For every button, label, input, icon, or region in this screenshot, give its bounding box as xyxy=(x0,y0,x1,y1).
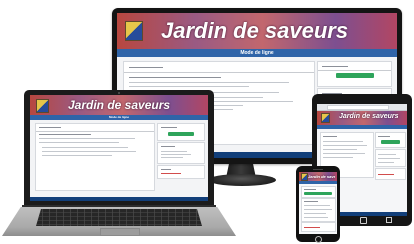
phone-crest-logo xyxy=(301,173,308,181)
laptop-trackpad xyxy=(100,228,140,236)
tablet-side-panel-login xyxy=(375,132,406,148)
phone-screen: Jardin de saveurs xyxy=(299,172,337,234)
phone-panel-alert xyxy=(301,222,336,232)
laptop-site-brand: Jardin de saveurs xyxy=(68,98,171,112)
phone-panel-login xyxy=(301,186,336,198)
monitor-stand-base xyxy=(208,174,276,186)
phone-speaker-icon xyxy=(313,169,323,170)
laptop-footer xyxy=(30,197,208,201)
tablet-login-button[interactable] xyxy=(381,140,400,144)
laptop-login-button[interactable] xyxy=(168,132,194,136)
side-panel-login xyxy=(317,61,392,87)
recent-apps-icon[interactable] xyxy=(386,217,392,223)
laptop-keyboard-rows xyxy=(36,209,202,226)
laptop-side-panel-info xyxy=(157,142,205,164)
phone-panel-content xyxy=(301,198,336,222)
laptop-side-panel-alert xyxy=(157,165,205,179)
crest-logo xyxy=(125,21,143,41)
laptop-screen: Jardin de saveurs Mode de ligne xyxy=(30,95,208,201)
tablet-site-brand: Jardin de saveurs xyxy=(339,113,399,120)
tablet-side-panel-alert xyxy=(375,168,406,180)
webcam-icon xyxy=(118,92,120,94)
laptop-side-panel-login xyxy=(157,123,205,141)
phone-navbar xyxy=(299,181,337,184)
home-button-icon[interactable] xyxy=(360,217,367,224)
laptop-crest-logo xyxy=(36,99,49,113)
site-brand: Jardin de saveurs xyxy=(161,18,349,43)
laptop-content-panel xyxy=(35,123,155,191)
tablet-side-panel-info xyxy=(375,149,406,167)
tablet-navbar xyxy=(317,125,407,129)
phone-site-brand: Jardin de saveurs xyxy=(308,174,335,179)
phone-home-button-icon[interactable] xyxy=(315,236,322,243)
phone-login-button[interactable] xyxy=(304,192,332,195)
login-button[interactable] xyxy=(336,73,374,78)
laptop-page-title: Mode de ligne xyxy=(108,115,129,119)
tablet-crest-logo xyxy=(321,113,330,123)
page-title: Mode de ligne xyxy=(240,50,274,56)
